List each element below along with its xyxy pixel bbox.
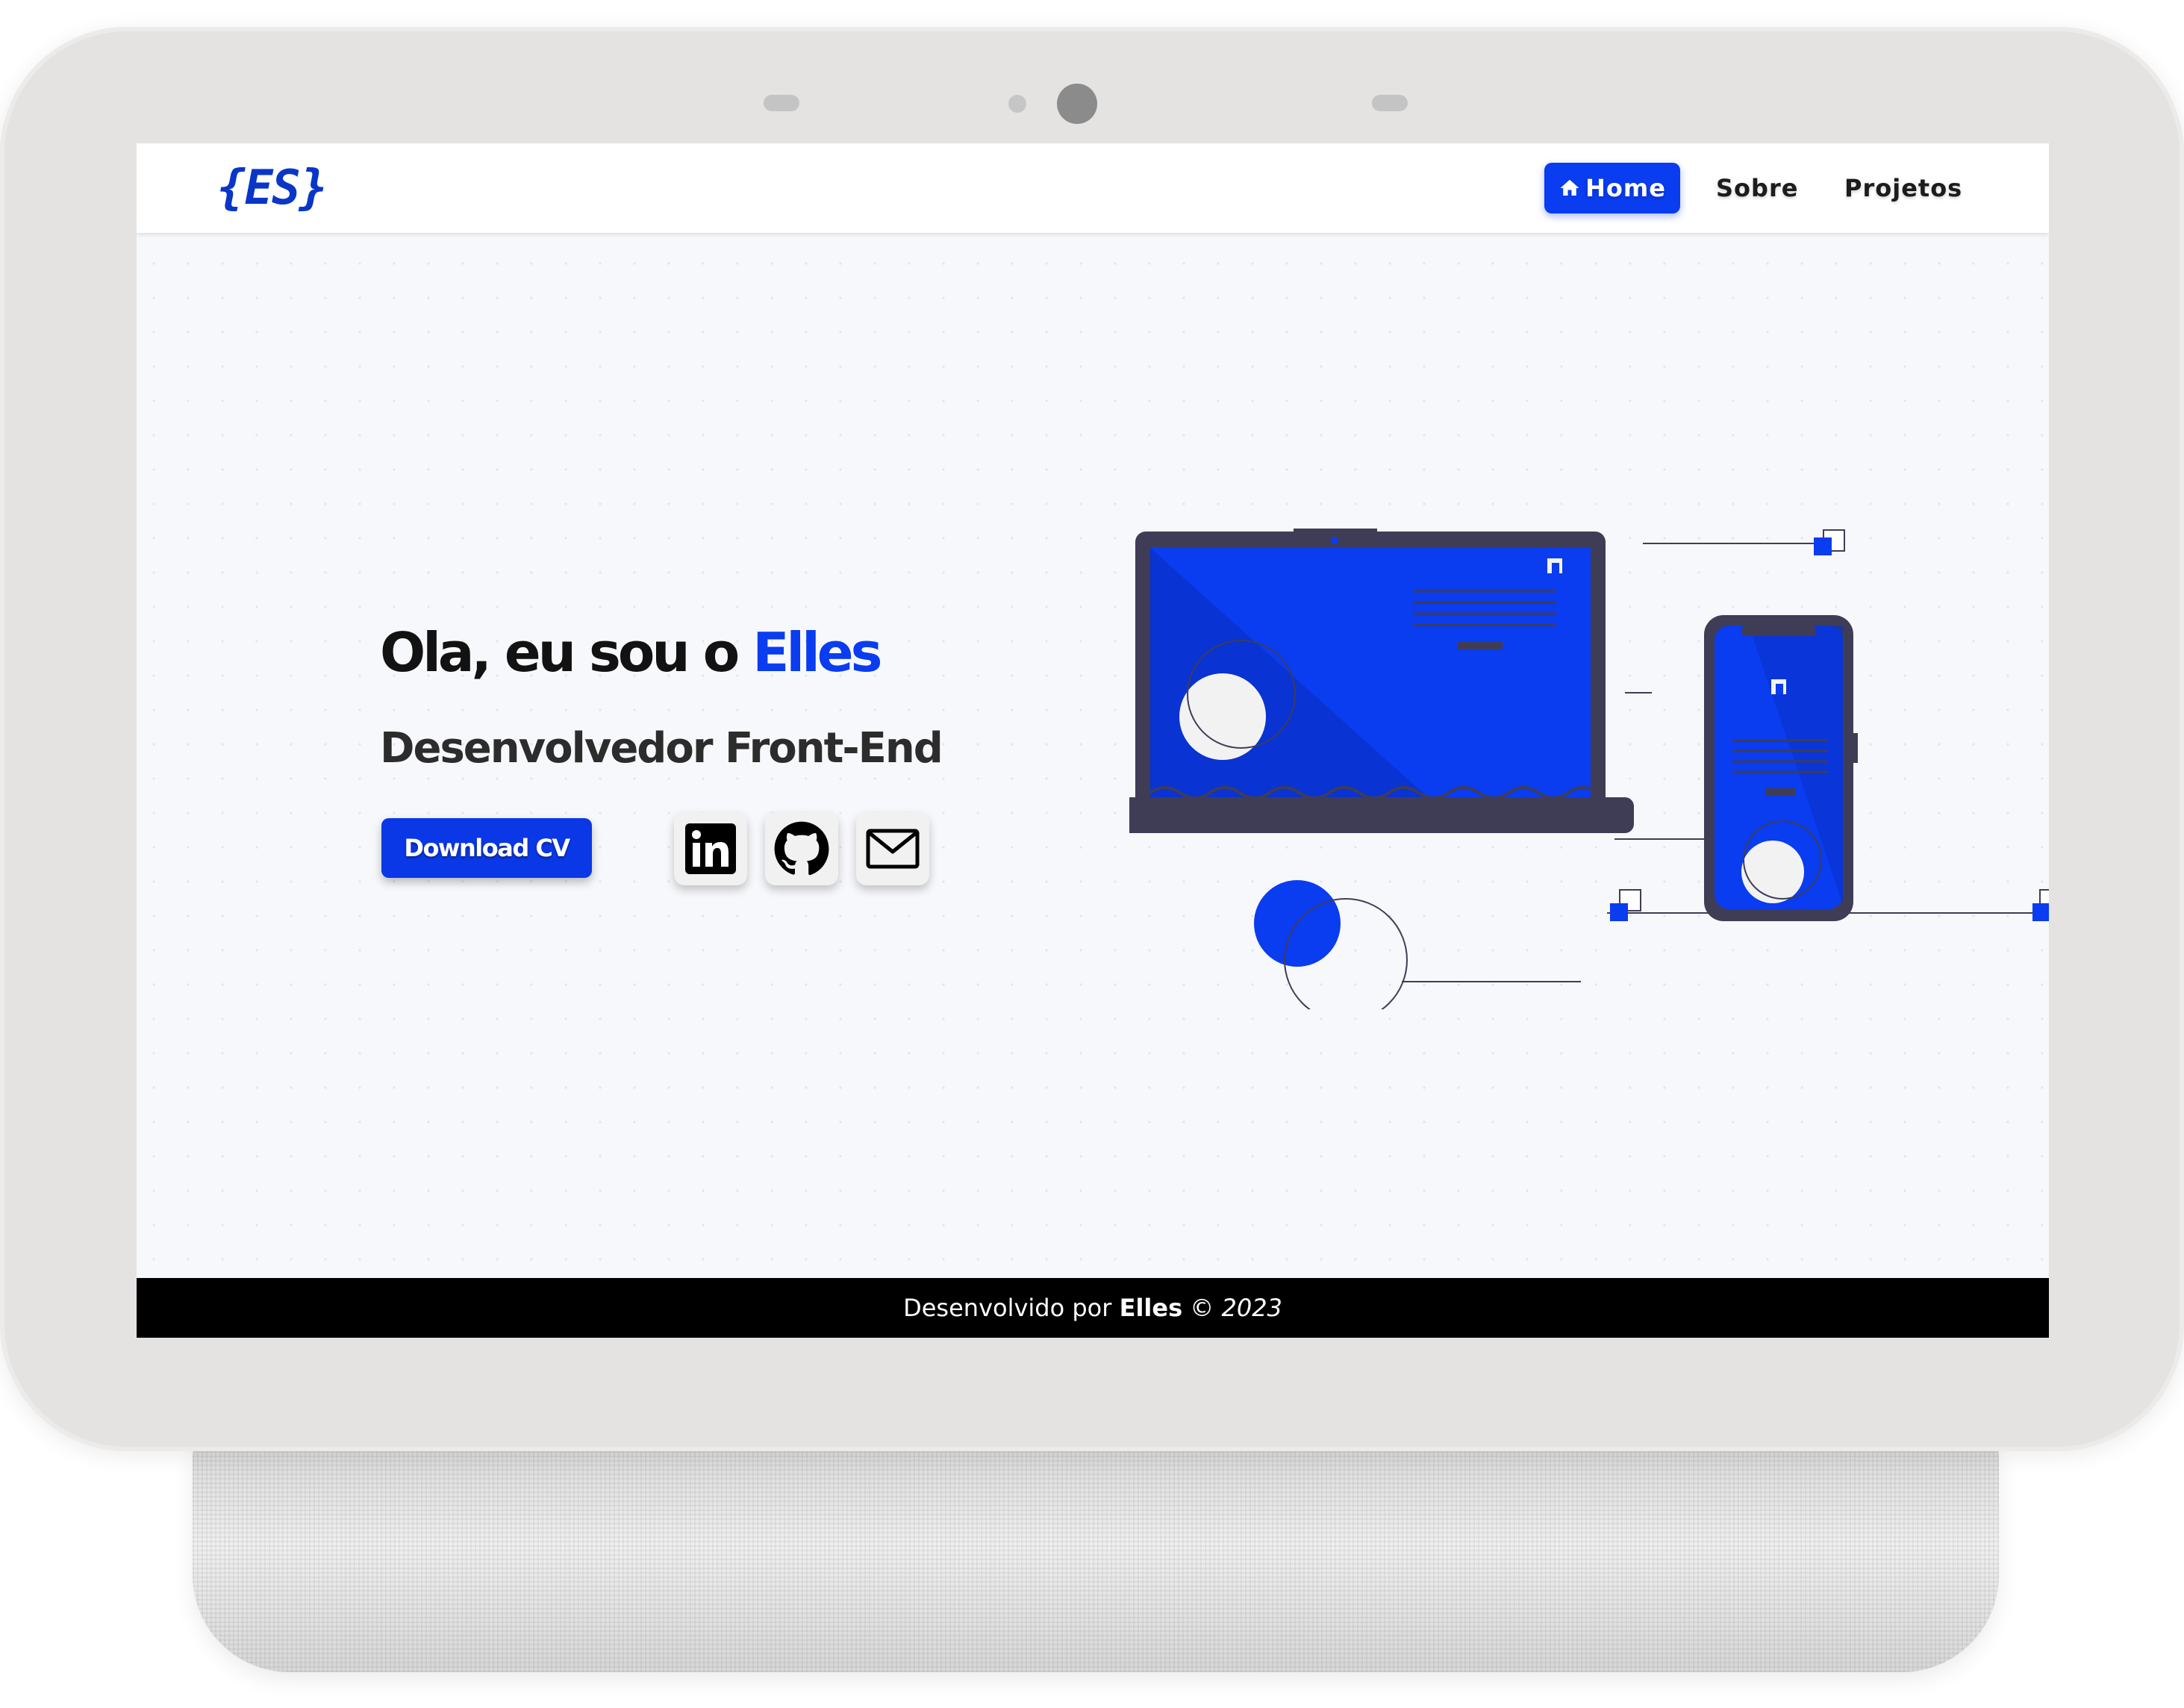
footer: Desenvolvido por Elles © 2023 xyxy=(137,1278,2049,1338)
hero-title: Ola, eu sou o Elles xyxy=(380,621,882,684)
footer-prefix: Desenvolvido por xyxy=(903,1294,1120,1322)
hero-greeting: Ola, eu sou o xyxy=(380,621,753,684)
hero-subtitle: Desenvolvedor Front-End xyxy=(380,724,943,773)
light-sensor xyxy=(1008,95,1026,113)
screen: {ES} Home Sobre Projetos Ola, eu sou o E… xyxy=(137,143,2049,1338)
footer-copyright: © 2023 xyxy=(1182,1294,1282,1322)
footer-author: Elles xyxy=(1119,1294,1183,1322)
github-icon xyxy=(774,821,829,876)
github-button[interactable] xyxy=(765,812,838,885)
device-stand xyxy=(193,1441,1999,1672)
camera xyxy=(1057,84,1097,124)
nav-home-button[interactable]: Home xyxy=(1544,163,1680,214)
nav-projetos-link[interactable]: Projetos xyxy=(1844,163,1962,214)
linkedin-button[interactable] xyxy=(674,812,747,885)
logo[interactable]: {ES} xyxy=(217,157,328,219)
nav-sobre-link[interactable]: Sobre xyxy=(1716,163,1798,214)
email-button[interactable] xyxy=(856,812,929,885)
microphone-left xyxy=(764,95,799,111)
navbar: {ES} Home Sobre Projetos xyxy=(137,143,2049,233)
email-icon xyxy=(866,829,920,869)
nav-home-label: Home xyxy=(1585,174,1666,202)
devices-illustration xyxy=(1129,529,2049,1009)
hero-name: Elles xyxy=(752,621,882,684)
home-icon xyxy=(1560,179,1579,196)
download-cv-button[interactable]: Download CV xyxy=(381,818,592,878)
microphone-right xyxy=(1372,95,1408,111)
linkedin-icon xyxy=(685,823,736,874)
